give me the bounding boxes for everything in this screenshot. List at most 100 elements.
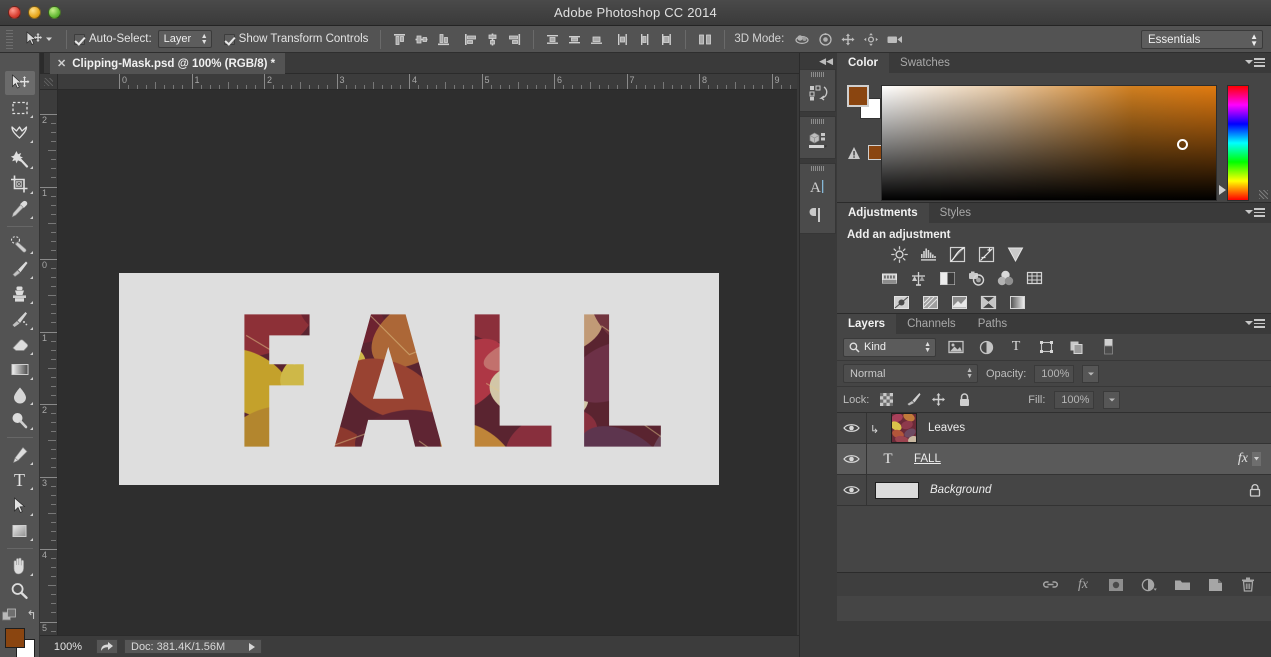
minimize-window-button[interactable] [28,6,41,19]
color-lookup-button[interactable] [1025,269,1044,288]
lock-transparent-pixels-button[interactable] [878,391,895,408]
gradient-map-button[interactable] [1008,293,1027,312]
lock-position-button[interactable] [930,391,947,408]
tab-adjustments[interactable]: Adjustments [837,203,929,223]
link-layers-button[interactable] [1041,576,1059,594]
history-panel-button[interactable] [800,79,835,107]
properties-panel-button[interactable] [800,126,835,154]
rail-grip[interactable] [800,70,835,79]
distribute-group[interactable] [541,32,678,47]
canvas-area[interactable] [58,90,799,635]
filter-adjustment-layers-button[interactable] [976,338,996,357]
tab-styles[interactable]: Styles [929,203,982,223]
document-info[interactable]: Doc: 381.4K/1.56M [124,639,262,654]
tab-swatches[interactable]: Swatches [889,53,961,73]
dodge-tool[interactable] [5,408,35,432]
lock-all-button[interactable] [956,391,973,408]
color-foreground-swatch[interactable] [847,85,869,107]
rectangle-tool[interactable] [5,519,35,543]
layer-effects-indicator[interactable]: fx [1238,451,1261,467]
filter-shape-layers-button[interactable] [1036,338,1056,357]
filter-type-layers-button[interactable]: T [1006,338,1026,357]
magic-wand-tool[interactable] [5,146,35,170]
black-white-button[interactable] [938,269,957,288]
invert-button[interactable] [892,293,911,312]
close-window-button[interactable] [8,6,21,19]
vertical-ruler[interactable]: 21012345 [40,90,58,635]
pen-tool[interactable] [5,443,35,467]
opacity-stepper[interactable] [1082,365,1099,383]
tab-channels[interactable]: Channels [896,314,967,334]
crop-tool[interactable] [5,172,35,196]
zoom-level-field[interactable]: 100% [40,641,96,653]
lock-image-pixels-button[interactable] [904,391,921,408]
vibrance-button[interactable] [1006,245,1025,264]
tab-paths[interactable]: Paths [967,314,1018,334]
share-button[interactable] [96,639,118,654]
layer-name-fall[interactable]: FALL [914,453,941,465]
new-layer-button[interactable] [1206,576,1224,594]
layers-empty-space[interactable] [837,506,1271,621]
layer-visibility-toggle[interactable] [837,413,867,444]
horizontal-ruler[interactable]: 0123456789 [58,74,799,90]
add-layer-mask-button[interactable] [1107,576,1125,594]
auto-select-checkbox[interactable] [74,34,85,45]
path-selection-tool[interactable] [5,493,35,517]
clone-stamp-tool[interactable] [5,282,35,306]
filter-smart-object-layers-button[interactable] [1066,338,1086,357]
collapse-panels-button[interactable]: ◀◀ [800,53,837,69]
layer-thumbnail-type[interactable]: T [873,451,903,468]
artboard[interactable] [119,273,719,485]
new-adjustment-layer-button[interactable] [1140,576,1158,594]
layer-visibility-toggle[interactable] [837,444,867,475]
doc-info-expand-icon[interactable] [249,643,255,651]
show-transform-control[interactable]: Show Transform Controls [224,33,369,45]
close-icon[interactable]: ✕ [57,57,66,70]
color-fg-bg-swatches[interactable] [847,85,881,119]
eyedropper-tool[interactable] [5,197,35,221]
filter-pixel-layers-button[interactable] [946,338,966,357]
rectangular-marquee-tool[interactable] [5,96,35,120]
gamut-warning-row[interactable] [847,145,883,160]
hue-slider-marker[interactable] [1219,185,1226,195]
hand-tool[interactable] [5,554,35,578]
adjustments-panel-menu-button[interactable] [1245,208,1265,217]
options-bar-grip[interactable] [6,30,13,49]
layer-thumbnail-leaves[interactable] [891,413,917,443]
eraser-tool[interactable] [5,333,35,357]
opacity-value-field[interactable]: 100% [1034,365,1074,383]
align-group[interactable] [388,32,526,47]
paragraph-panel-button[interactable] [800,201,835,229]
delete-layer-button[interactable] [1239,576,1257,594]
document-tab[interactable]: ✕ Clipping-Mask.psd @ 100% (RGB/8) * [50,53,285,74]
layer-row-leaves[interactable]: ↳ [837,413,1271,444]
photo-filter-button[interactable] [967,269,986,288]
exposure-button[interactable] [977,245,996,264]
add-layer-style-button[interactable]: fx [1074,576,1092,594]
fill-value-field[interactable]: 100% [1054,391,1094,409]
foreground-background-colors[interactable] [5,628,35,657]
threshold-button[interactable] [950,293,969,312]
brush-tool[interactable] [5,257,35,281]
levels-button[interactable] [919,245,938,264]
filter-toggle-button[interactable] [1098,338,1118,357]
distribute-spacing-group[interactable] [693,32,717,47]
layer-name-leaves[interactable]: Leaves [928,422,965,434]
color-picker-marker[interactable] [1177,139,1188,150]
posterize-button[interactable] [921,293,940,312]
blend-mode-select[interactable]: Normal ▲▼ [843,364,978,383]
ruler-corner[interactable] [40,74,58,90]
layer-thumbnail-background[interactable] [875,482,919,499]
auto-select-scope-select[interactable]: Layer ▲▼ [158,30,212,48]
spot-healing-brush-tool[interactable] [5,232,35,256]
zoom-tool[interactable] [5,579,35,603]
hue-saturation-button[interactable] [880,269,899,288]
auto-select-control[interactable]: Auto-Select: [74,33,152,45]
layers-panel-menu-button[interactable] [1245,319,1265,328]
layer-visibility-toggle[interactable] [837,475,867,506]
new-group-button[interactable] [1173,576,1191,594]
hue-slider[interactable] [1227,85,1249,201]
screen-mode-icon[interactable]: ↰ [26,608,36,622]
3d-mode-group[interactable] [790,32,908,47]
quick-mask-icon[interactable] [2,608,17,622]
